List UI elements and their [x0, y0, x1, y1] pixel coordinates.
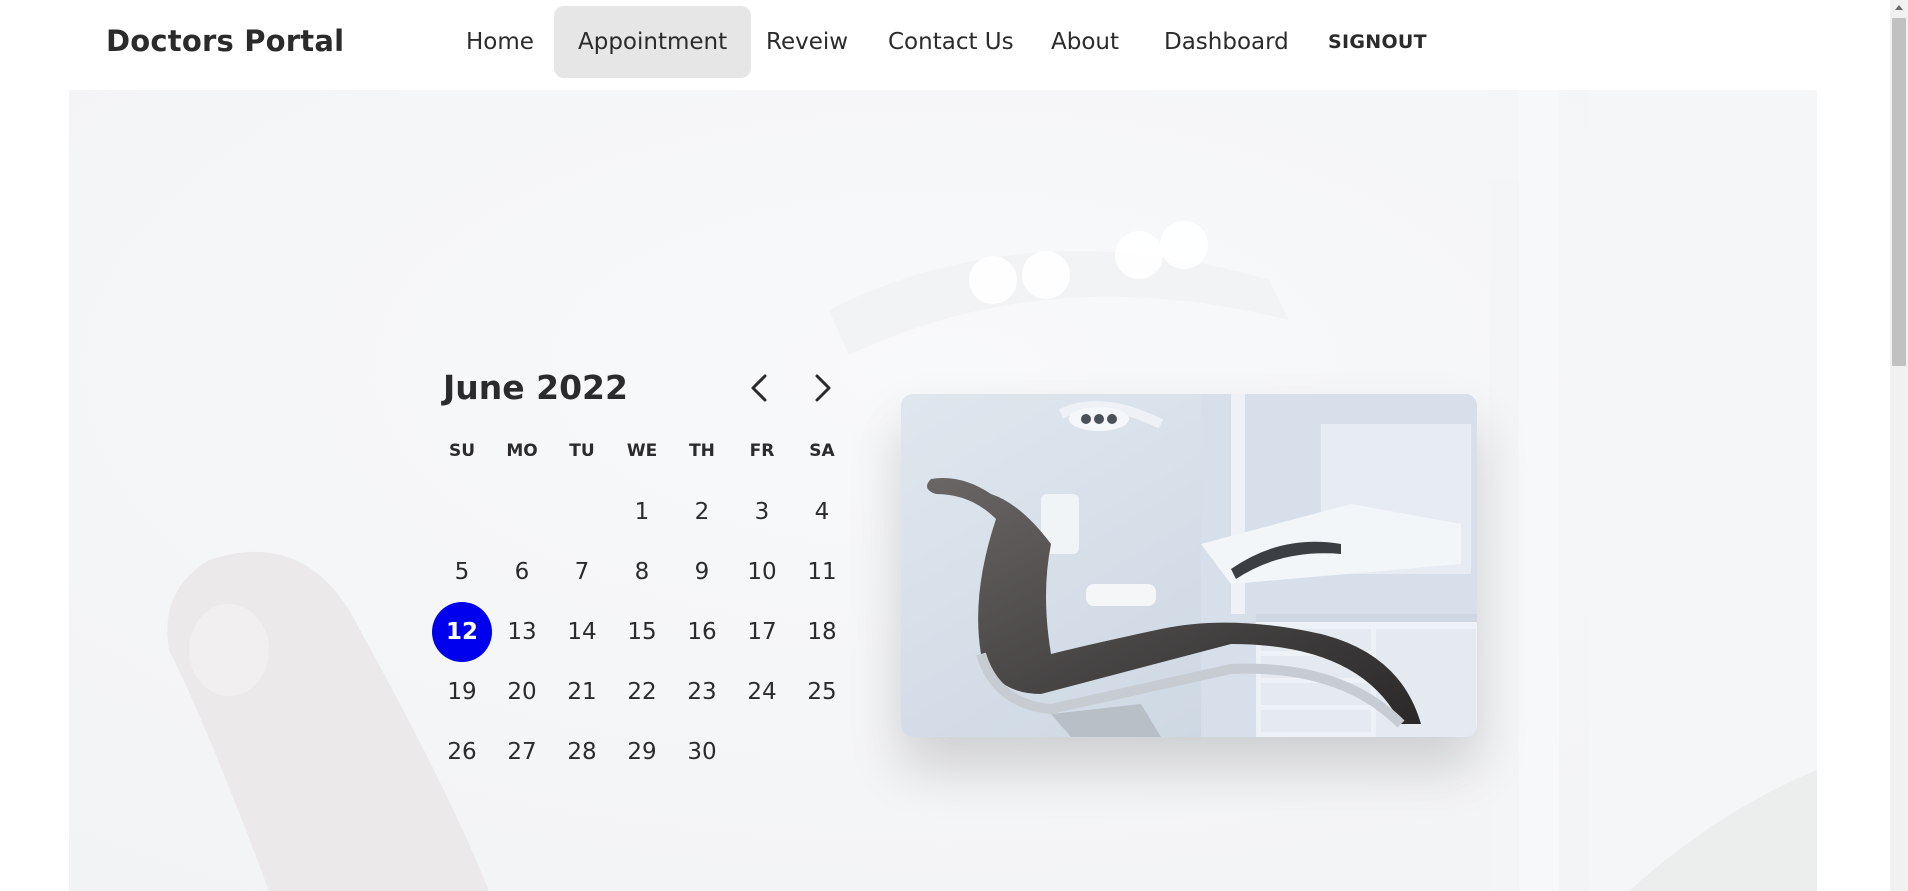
nav-item-home[interactable]: Home — [466, 6, 534, 78]
calendar-day[interactable]: 21 — [552, 662, 612, 722]
calendar-day-number: 3 — [754, 499, 770, 525]
calendar-day-selected[interactable]: 12 — [432, 602, 492, 662]
calendar-day[interactable]: 8 — [612, 542, 672, 602]
calendar-day[interactable]: 3 — [732, 482, 792, 542]
calendar-day[interactable]: 9 — [672, 542, 732, 602]
weekday-label: SU — [448, 441, 476, 461]
calendar-day-number: 11 — [807, 559, 837, 585]
weekday-label: MO — [506, 441, 538, 461]
nav-item-appointment[interactable]: Appointment — [554, 6, 752, 78]
calendar-day[interactable]: 28 — [552, 722, 612, 782]
calendar-day[interactable]: 16 — [672, 602, 732, 662]
calendar-blank-cell — [492, 482, 552, 542]
weekday-label: FR — [749, 441, 775, 461]
signout-button[interactable]: SIGNOUT — [1328, 6, 1427, 78]
calendar-day-number: 21 — [567, 679, 597, 705]
calendar-day-number: 4 — [814, 499, 830, 525]
nav-item-contact-us[interactable]: Contact Us — [888, 6, 1014, 78]
nav-item-dashboard[interactable]: Dashboard — [1164, 6, 1289, 78]
calendar-day[interactable]: 24 — [732, 662, 792, 722]
calendar-day-number: 7 — [574, 559, 590, 585]
scroll-up-arrow-icon[interactable] — [1893, 0, 1905, 14]
calendar-day-number: 30 — [687, 739, 717, 765]
calendar-day-number: 18 — [807, 619, 837, 645]
calendar-day[interactable]: 25 — [792, 662, 852, 722]
calendar-blank-cell — [552, 482, 612, 542]
calendar-day-number: 27 — [507, 739, 537, 765]
calendar-blank-cell — [432, 482, 492, 542]
calendar-day-number: 9 — [694, 559, 710, 585]
calendar-day-grid: 1 2 3 4 5 6 7 8 9 10 11 12 13 14 15 16 17 18 19 20 21 22 23 24 2… — [432, 482, 852, 782]
nav-item-review[interactable]: Reveiw — [766, 6, 848, 78]
calendar-day-number: 10 — [747, 559, 777, 585]
calendar-day[interactable]: 30 — [672, 722, 732, 782]
calendar-day[interactable]: 18 — [792, 602, 852, 662]
calendar-day-number: 26 — [447, 739, 477, 765]
dental-chair-image — [901, 394, 1477, 737]
chevron-right-icon[interactable] — [804, 370, 840, 406]
calendar-day-number: 13 — [507, 619, 537, 645]
calendar-day-number: 17 — [747, 619, 777, 645]
calendar-day-number: 20 — [507, 679, 537, 705]
calendar-day-number: 12 — [432, 602, 492, 662]
calendar-day-number: 15 — [627, 619, 657, 645]
chevron-left-icon[interactable] — [742, 370, 778, 406]
calendar-day-number: 5 — [454, 559, 470, 585]
calendar-day[interactable]: 29 — [612, 722, 672, 782]
calendar-day-number: 19 — [447, 679, 477, 705]
calendar-day-number: 22 — [627, 679, 657, 705]
calendar-weekday-header: SU MO TU WE TH FR SA — [432, 436, 852, 466]
weekday-label: WE — [626, 441, 658, 461]
calendar-day[interactable]: 5 — [432, 542, 492, 602]
calendar-day[interactable]: 6 — [492, 542, 552, 602]
weekday-label: TH — [689, 441, 715, 461]
calendar-day-number: 16 — [687, 619, 717, 645]
calendar-day-number: 29 — [627, 739, 657, 765]
calendar-day-number: 23 — [687, 679, 717, 705]
calendar-month-label: June 2022 — [443, 368, 628, 407]
calendar-day[interactable]: 20 — [492, 662, 552, 722]
calendar-day[interactable]: 22 — [612, 662, 672, 722]
calendar-day[interactable]: 19 — [432, 662, 492, 722]
calendar-day[interactable]: 11 — [792, 542, 852, 602]
calendar-day[interactable]: 26 — [432, 722, 492, 782]
calendar-day-number: 25 — [807, 679, 837, 705]
calendar-day-number: 24 — [747, 679, 777, 705]
calendar-day[interactable]: 15 — [612, 602, 672, 662]
weekday-label: SA — [809, 441, 835, 461]
calendar-day-number: 28 — [567, 739, 597, 765]
brand-logo[interactable]: Doctors Portal — [106, 24, 344, 58]
calendar-day[interactable]: 4 — [792, 482, 852, 542]
calendar-day-number: 14 — [567, 619, 597, 645]
calendar-day[interactable]: 2 — [672, 482, 732, 542]
calendar-day-number: 6 — [514, 559, 530, 585]
calendar-day[interactable]: 23 — [672, 662, 732, 722]
top-navbar: Doctors Portal Home Appointment Reveiw C… — [0, 0, 1890, 88]
calendar-day-number: 1 — [634, 499, 650, 525]
calendar-day[interactable]: 1 — [612, 482, 672, 542]
calendar-day[interactable]: 10 — [732, 542, 792, 602]
weekday-label: TU — [569, 441, 595, 461]
nav-item-about[interactable]: About — [1051, 6, 1119, 78]
calendar-day-number: 8 — [634, 559, 650, 585]
calendar-day[interactable]: 14 — [552, 602, 612, 662]
scrollbar-thumb[interactable] — [1892, 18, 1906, 366]
calendar-day[interactable]: 13 — [492, 602, 552, 662]
calendar-day[interactable]: 27 — [492, 722, 552, 782]
calendar-day[interactable]: 7 — [552, 542, 612, 602]
dental-chair-photo — [901, 394, 1477, 737]
calendar-day[interactable]: 17 — [732, 602, 792, 662]
calendar-day-number: 2 — [694, 499, 710, 525]
